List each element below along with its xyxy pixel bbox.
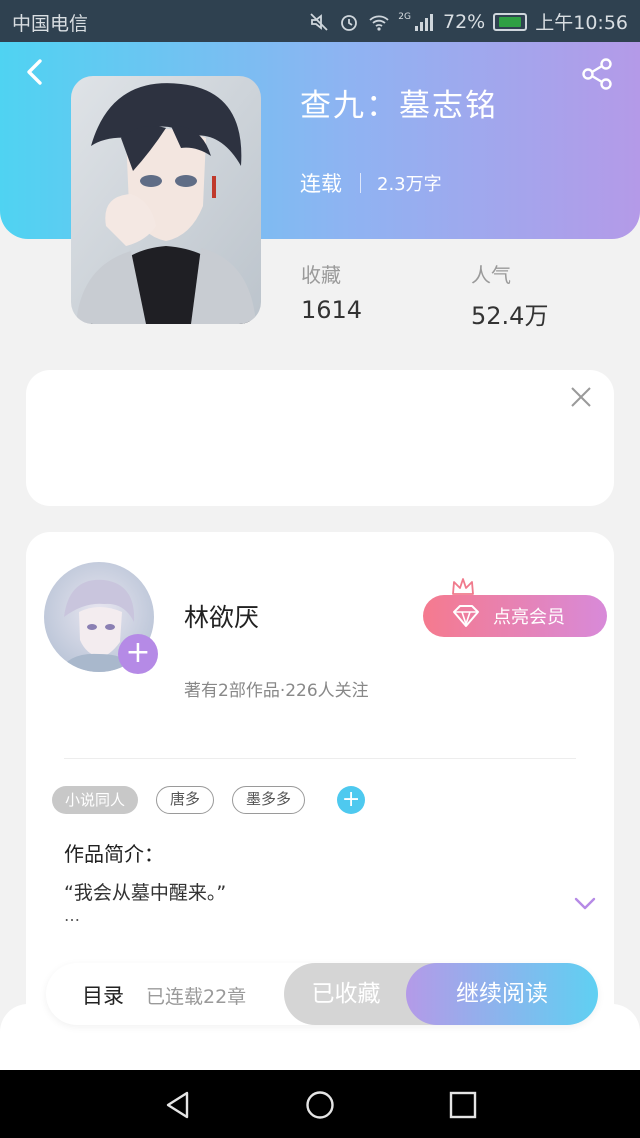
alarm-icon xyxy=(341,14,358,31)
book-cover[interactable] xyxy=(71,76,261,324)
close-icon[interactable] xyxy=(570,386,592,408)
clock: 上午10:56 xyxy=(535,12,628,34)
popularity-value: 52.4万 xyxy=(471,302,549,330)
favorites-label: 收藏 xyxy=(301,263,341,287)
network-type: 2G xyxy=(398,11,411,22)
intro-heading: 作品简介： xyxy=(64,842,164,866)
collected-label: 已收藏 xyxy=(311,981,381,1007)
tag-item[interactable]: 小说同人 xyxy=(52,786,139,814)
carrier-name: 中国电信 xyxy=(12,13,89,35)
toc-button[interactable]: 目录 xyxy=(82,980,124,1010)
tag-item[interactable]: 唐多 xyxy=(156,786,215,814)
separator xyxy=(360,173,361,193)
tag-item[interactable]: 墨多多 xyxy=(232,786,306,814)
system-nav-bar xyxy=(0,1070,640,1138)
battery-percent: 72% xyxy=(443,10,486,33)
action-bar: 目录 已连载22章 已收藏 继续阅读 xyxy=(46,963,598,1025)
activate-vip-button[interactable]: 点亮会员 xyxy=(423,595,607,637)
nav-home-icon[interactable] xyxy=(305,1090,335,1120)
status-icons: 2G 72% 上午10:56 xyxy=(308,8,628,35)
status-bar: 中国电信 2G 72% 上午10:56 xyxy=(0,0,640,42)
vip-button-label: 点亮会员 xyxy=(493,607,565,628)
add-tag-button[interactable]: + xyxy=(337,786,366,814)
intro-ellipsis: … xyxy=(64,906,80,925)
wifi-icon xyxy=(369,15,389,31)
mute-icon xyxy=(310,12,328,31)
tag-list: 小说同人 唐多 墨多多 + xyxy=(52,786,366,814)
ad-card xyxy=(26,370,614,506)
popularity-label: 人气 xyxy=(471,263,511,287)
favorites-value: 1614 xyxy=(301,296,363,324)
word-count: 2.3万字 xyxy=(377,174,442,195)
back-arrow-icon[interactable] xyxy=(20,57,50,87)
signal-icon xyxy=(415,13,433,31)
chevron-down-icon[interactable] xyxy=(574,896,596,912)
battery-icon xyxy=(493,12,528,31)
follow-author-button[interactable]: + xyxy=(118,634,158,674)
share-icon[interactable] xyxy=(580,57,614,91)
chapter-count[interactable]: 已连载22章 xyxy=(146,982,246,1009)
author-name[interactable]: 林欲厌 xyxy=(184,598,259,634)
nav-back-icon[interactable] xyxy=(163,1090,193,1120)
diamond-icon xyxy=(453,605,479,627)
divider xyxy=(64,758,576,759)
book-title: 查九：墓志铭 xyxy=(300,88,498,124)
continue-reading-button[interactable]: 继续阅读 xyxy=(406,963,598,1025)
author-meta: 著有2部作品·226人关注 xyxy=(184,681,369,701)
serial-status: 连载 xyxy=(300,172,342,196)
book-status-row: 连载 2.3万字 xyxy=(300,168,442,198)
intro-text: “我会从墓中醒来。” xyxy=(64,882,227,904)
nav-recent-icon[interactable] xyxy=(448,1090,478,1120)
